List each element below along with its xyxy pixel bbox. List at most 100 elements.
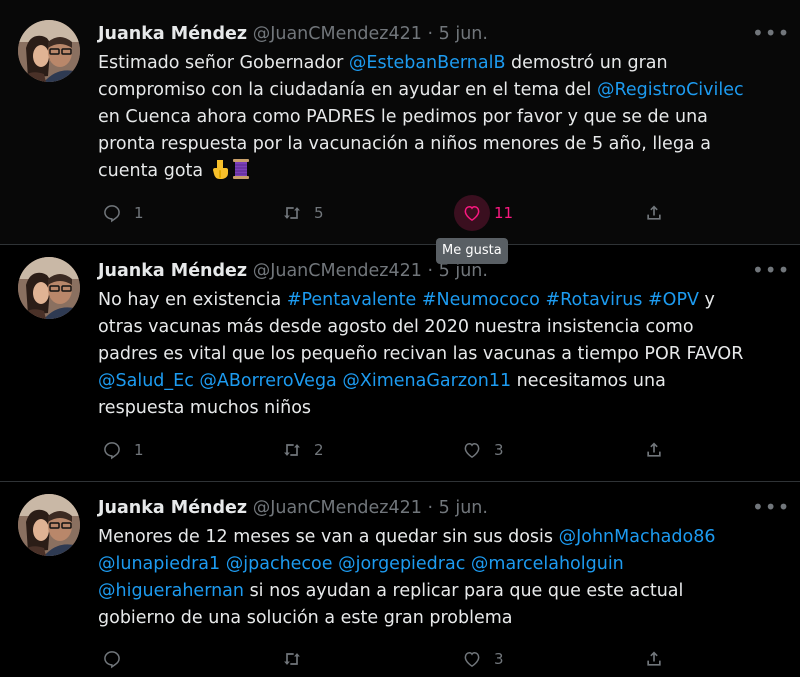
hashtag-link[interactable]: #OPV bbox=[648, 290, 699, 310]
hashtag-link[interactable]: #Rotavirus bbox=[545, 290, 642, 310]
text-segment: gobierno de una solución a este gran pro… bbox=[98, 608, 513, 628]
avatar[interactable] bbox=[18, 494, 80, 556]
reply-button[interactable]: 1 bbox=[94, 196, 144, 230]
mention-link[interactable]: @JohnMachado86 bbox=[559, 527, 716, 547]
tweet-text-line: No hay en existencia #Pentavalente #Neum… bbox=[98, 287, 778, 314]
reply-count: 1 bbox=[134, 441, 144, 459]
text-segment: padres es vital que los pequeño recivan … bbox=[98, 344, 744, 364]
tweet-date[interactable]: 5 jun. bbox=[439, 498, 488, 518]
retweet-button[interactable] bbox=[274, 642, 314, 676]
retweet-icon bbox=[274, 195, 310, 231]
tweet-text-line: cuenta gota bbox=[98, 158, 778, 185]
mention-link[interactable]: @XimenaGarzon11 bbox=[342, 371, 511, 391]
like-count: 3 bbox=[494, 441, 504, 459]
separator: · bbox=[427, 24, 434, 44]
tweet-text-line: respuesta muchos niños bbox=[98, 395, 778, 422]
retweet-button[interactable]: 5 bbox=[274, 196, 324, 230]
avatar[interactable] bbox=[18, 257, 80, 319]
author-name[interactable]: Juanka Méndez bbox=[98, 498, 247, 518]
reply-icon bbox=[94, 195, 130, 231]
tweet-date[interactable]: 5 jun. bbox=[439, 261, 488, 281]
retweet-icon bbox=[274, 432, 310, 468]
reply-count: 1 bbox=[134, 204, 144, 222]
tweet-text-line: compromiso con la ciudadanía en ayudar e… bbox=[98, 77, 778, 104]
text-segment: compromiso con la ciudadanía en ayudar e… bbox=[98, 80, 597, 100]
retweet-count: 2 bbox=[314, 441, 324, 459]
like-button[interactable]: 11 bbox=[454, 195, 514, 231]
tweet-text: No hay en existencia #Pentavalente #Neum… bbox=[98, 287, 778, 422]
author-name[interactable]: Juanka Méndez bbox=[98, 24, 247, 44]
pointing-down-emoji bbox=[209, 158, 231, 180]
tweet-text: Menores de 12 meses se van a quedar sin … bbox=[98, 524, 778, 632]
text-segment: pronta respuesta por la vacunación a niñ… bbox=[98, 134, 711, 154]
tweet-header: Juanka Méndez @JuanCMendez421 · 5 jun. bbox=[98, 496, 488, 520]
tweet-text-line: pronta respuesta por la vacunación a niñ… bbox=[98, 131, 778, 158]
tweet-text-line: gobierno de una solución a este gran pro… bbox=[98, 605, 778, 632]
separator: · bbox=[427, 261, 434, 281]
text-segment: otras vacunas más desde agosto del 2020 … bbox=[98, 317, 694, 337]
author-name[interactable]: Juanka Méndez bbox=[98, 261, 247, 281]
share-button[interactable] bbox=[636, 196, 672, 230]
text-segment: No hay en existencia bbox=[98, 290, 287, 310]
mention-link[interactable]: @higuerahernan bbox=[98, 581, 244, 601]
tweet-text: Estimado señor Gobernador @EstebanBernal… bbox=[98, 50, 778, 185]
mention-link[interactable]: @lunapiedra1 bbox=[98, 554, 220, 574]
retweet-button[interactable]: 2 bbox=[274, 433, 324, 467]
reply-button[interactable]: 1 bbox=[94, 433, 144, 467]
tweet-date[interactable]: 5 jun. bbox=[439, 24, 488, 44]
more-options-icon[interactable]: ••• bbox=[752, 23, 789, 50]
tweet-3[interactable]: Juanka Méndez @JuanCMendez421 · 5 jun. •… bbox=[0, 482, 800, 676]
tweet-text-line: @lunapiedra1 @jpachecoe @jorgepiedrac @m… bbox=[98, 551, 778, 578]
hashtag-link[interactable]: #Pentavalente bbox=[287, 290, 416, 310]
mention-link[interactable]: @jorgepiedrac bbox=[338, 554, 465, 574]
more-options-icon[interactable]: ••• bbox=[752, 260, 789, 287]
mention-link[interactable]: @EstebanBernalB bbox=[349, 53, 506, 73]
share-icon bbox=[636, 641, 672, 677]
text-segment: en Cuenca ahora como PADRES le pedimos p… bbox=[98, 107, 708, 127]
author-handle[interactable]: @JuanCMendez421 bbox=[253, 261, 422, 281]
share-icon bbox=[636, 195, 672, 231]
heart-icon bbox=[454, 641, 490, 677]
tweet-text-line: padres es vital que los pequeño recivan … bbox=[98, 341, 778, 368]
mention-link[interactable]: @marcelaholguin bbox=[471, 554, 624, 574]
tweet-text-line: en Cuenca ahora como PADRES le pedimos p… bbox=[98, 104, 778, 131]
reply-icon bbox=[94, 641, 130, 677]
author-handle[interactable]: @JuanCMendez421 bbox=[253, 498, 422, 518]
text-segment: respuesta muchos niños bbox=[98, 398, 312, 418]
avatar[interactable] bbox=[18, 20, 80, 82]
tweet-1[interactable]: Juanka Méndez @JuanCMendez421 · 5 jun. •… bbox=[0, 0, 800, 244]
mention-link[interactable]: @ABorreroVega bbox=[199, 371, 336, 391]
like-tooltip: Me gusta bbox=[436, 238, 508, 264]
reply-icon bbox=[94, 432, 130, 468]
text-segment: demostró un gran bbox=[505, 53, 668, 73]
mention-link[interactable]: @Salud_Ec bbox=[98, 371, 194, 391]
mention-link[interactable]: @RegistroCivilec bbox=[597, 80, 744, 100]
mention-link[interactable]: @jpachecoe bbox=[226, 554, 333, 574]
retweet-icon bbox=[274, 641, 310, 677]
share-button[interactable] bbox=[636, 642, 672, 676]
like-button[interactable]: 3 bbox=[454, 433, 504, 467]
like-button[interactable]: 3 bbox=[454, 642, 504, 676]
retweet-count: 5 bbox=[314, 204, 324, 222]
heart-icon bbox=[454, 432, 490, 468]
separator: · bbox=[427, 498, 434, 518]
tweet-2[interactable]: Juanka Méndez @JuanCMendez421 · 5 jun. •… bbox=[0, 245, 800, 481]
like-count: 11 bbox=[494, 204, 514, 222]
like-count: 3 bbox=[494, 650, 504, 668]
reply-button[interactable] bbox=[94, 642, 134, 676]
heart-icon bbox=[454, 195, 490, 231]
tweet-text-line: @higuerahernan si nos ayudan a replicar … bbox=[98, 578, 778, 605]
tweet-header: Juanka Méndez @JuanCMendez421 · 5 jun. bbox=[98, 22, 488, 46]
text-segment: Menores de 12 meses se van a quedar sin … bbox=[98, 527, 559, 547]
tweet-text-line: Estimado señor Gobernador @EstebanBernal… bbox=[98, 50, 778, 77]
hashtag-link[interactable]: #Neumococo bbox=[422, 290, 540, 310]
text-segment: necesitamos una bbox=[511, 371, 666, 391]
author-handle[interactable]: @JuanCMendez421 bbox=[253, 24, 422, 44]
more-options-icon[interactable]: ••• bbox=[752, 497, 789, 524]
text-segment: Estimado señor Gobernador bbox=[98, 53, 349, 73]
spool-of-thread-emoji bbox=[231, 158, 251, 180]
share-button[interactable] bbox=[636, 433, 672, 467]
text-segment: y bbox=[698, 290, 715, 310]
tweet-text-line: otras vacunas más desde agosto del 2020 … bbox=[98, 314, 778, 341]
text-segment: si nos ayudan a replicar para que que es… bbox=[244, 581, 684, 601]
